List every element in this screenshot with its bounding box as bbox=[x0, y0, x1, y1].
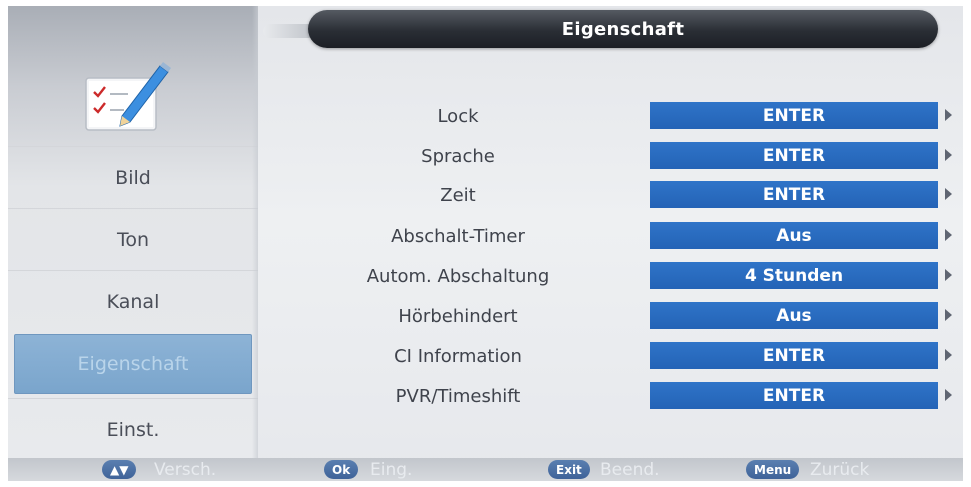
key-hint-label: Beend. bbox=[600, 459, 660, 480]
setting-value[interactable]: ENTER bbox=[650, 181, 938, 208]
chevron-right-icon bbox=[945, 309, 952, 321]
chevron-right-icon bbox=[945, 188, 952, 200]
setting-row-ci-information[interactable]: CI Information ENTER bbox=[266, 337, 963, 375]
exit-key: Exit bbox=[548, 460, 590, 479]
setting-label: Sprache bbox=[421, 145, 495, 167]
sidebar-item-eigenschaft[interactable]: Eigenschaft bbox=[14, 334, 252, 394]
checklist-pencil-icon bbox=[76, 58, 176, 136]
sidebar-item-label: Ton bbox=[116, 229, 150, 251]
key-hint-label: Versch. bbox=[154, 459, 217, 480]
setting-row-zeit[interactable]: Zeit ENTER bbox=[266, 176, 963, 214]
sidebar-item-label: Einst. bbox=[106, 419, 160, 441]
menu-key: Menu bbox=[746, 460, 800, 479]
settings-menu-screen: Bild Ton Kanal Eigenschaft Einst. Eigens… bbox=[8, 6, 963, 481]
chevron-right-icon bbox=[945, 229, 952, 241]
setting-value[interactable]: Aus bbox=[650, 302, 938, 329]
category-sidebar: Bild Ton Kanal Eigenschaft Einst. bbox=[8, 6, 258, 458]
setting-row-sprache[interactable]: Sprache ENTER bbox=[266, 137, 963, 175]
setting-row-pvr-timeshift[interactable]: PVR/Timeshift ENTER bbox=[266, 377, 963, 415]
key-hint-bar: ▲▼ Versch. Ok Eing. Exit Beend. Menu Zur… bbox=[8, 458, 963, 481]
sidebar-item-bild[interactable]: Bild bbox=[8, 146, 258, 209]
chevron-right-icon bbox=[945, 389, 952, 401]
chevron-right-icon bbox=[945, 349, 952, 361]
sidebar-item-label: Kanal bbox=[106, 291, 160, 313]
setting-value[interactable]: ENTER bbox=[650, 342, 938, 369]
chevron-right-icon bbox=[945, 149, 952, 161]
setting-value[interactable]: 4 Stunden bbox=[650, 262, 938, 289]
setting-row-autom-abschaltung[interactable]: Autom. Abschaltung 4 Stunden bbox=[266, 257, 963, 295]
chevron-right-icon bbox=[945, 269, 952, 281]
setting-row-lock[interactable]: Lock ENTER bbox=[266, 97, 963, 135]
setting-value[interactable]: ENTER bbox=[650, 382, 938, 409]
sidebar-item-kanal[interactable]: Kanal bbox=[8, 270, 258, 333]
chevron-right-icon bbox=[945, 109, 952, 121]
setting-label: Abschalt-Timer bbox=[391, 225, 525, 247]
arrow-updown-key: ▲▼ bbox=[102, 460, 137, 479]
sidebar-item-label: Bild bbox=[115, 167, 151, 189]
setting-label: Autom. Abschaltung bbox=[366, 265, 550, 287]
setting-value[interactable]: Aus bbox=[650, 222, 938, 249]
sidebar-item-ton[interactable]: Ton bbox=[8, 208, 258, 271]
setting-value[interactable]: ENTER bbox=[650, 102, 938, 129]
page-title: Eigenschaft bbox=[561, 18, 685, 40]
page-header: Eigenschaft bbox=[308, 10, 938, 48]
setting-value[interactable]: ENTER bbox=[650, 142, 938, 169]
key-hint-label: Eing. bbox=[370, 459, 413, 480]
ok-key: Ok bbox=[324, 460, 359, 479]
setting-label: Hörbehindert bbox=[398, 305, 518, 327]
sidebar-item-einst[interactable]: Einst. bbox=[8, 398, 258, 461]
setting-label: CI Information bbox=[394, 345, 522, 367]
key-hint-label: Zurück bbox=[810, 459, 870, 480]
setting-label: Zeit bbox=[440, 184, 476, 206]
setting-label: Lock bbox=[437, 105, 479, 127]
sidebar-item-label: Eigenschaft bbox=[77, 353, 189, 375]
setting-row-hoerbehindert[interactable]: Hörbehindert Aus bbox=[266, 297, 963, 335]
setting-row-abschalt-timer[interactable]: Abschalt-Timer Aus bbox=[266, 217, 963, 255]
setting-label: PVR/Timeshift bbox=[395, 385, 521, 407]
